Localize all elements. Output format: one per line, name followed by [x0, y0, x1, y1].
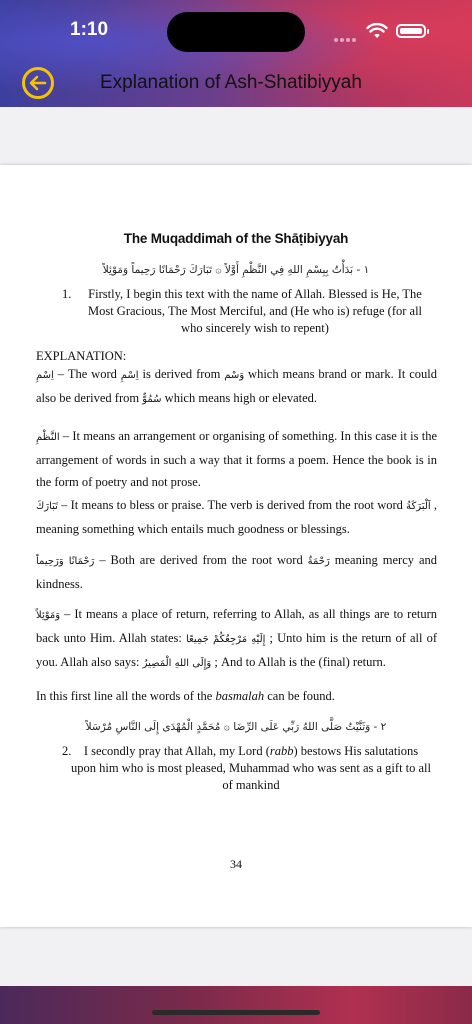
- paragraph-tabaraka: تَبَارَكَ – It means to bless or praise.…: [36, 494, 437, 540]
- arabic-term: النَّظْمِ: [36, 432, 60, 443]
- arabic-term: وَمَوْئِلاً: [36, 610, 61, 621]
- verse-1-number: 1.: [62, 287, 72, 301]
- home-indicator[interactable]: [152, 1010, 320, 1015]
- paragraph-ism: اِسْمِ – The word اِسْمِ is derived from…: [36, 363, 437, 411]
- battery-icon: [396, 24, 426, 38]
- status-time: 1:10: [70, 19, 109, 40]
- arabic-term: وَسْم: [224, 370, 245, 381]
- arabic-term: رَحْمَةٌ: [307, 556, 330, 567]
- text: can be found.: [264, 689, 335, 703]
- verse-1-arabic: ١ - بَدَأْتُ بِبِسْمِ اللهِ فِي النَّظْم…: [102, 264, 370, 276]
- arabic-term: رَحْمَانًا وَرَحِيماً: [36, 556, 95, 567]
- arabic-term: اِسْمِ: [36, 370, 54, 381]
- dynamic-island: [167, 12, 305, 52]
- wifi-icon: [366, 22, 388, 38]
- paragraph-rahman: رَحْمَانًا وَرَحِيماً – Both are derived…: [36, 549, 437, 595]
- verse-1-translation: Firstly, I begin this text with the name…: [87, 287, 423, 335]
- text: I secondly pray that Allah, my Lord (: [83, 744, 270, 758]
- arabic-term: اِسْمِ: [120, 370, 139, 381]
- arabic-term: تَبَارَكَ: [36, 501, 58, 512]
- text: – Both are derived from the root word: [94, 553, 308, 567]
- text: In this first line all the words of the: [36, 689, 216, 703]
- text: – It means an arrangement or organising …: [36, 429, 437, 489]
- quran-quote: وَإِلَى اللهِ الْمَصِيرُ: [142, 658, 212, 669]
- emphasis: rabb: [269, 744, 294, 758]
- paragraph-mawil: وَمَوْئِلاً – It means a place of return…: [36, 603, 437, 675]
- verse-2-arabic: ٢ - وَثَنَّيْتُ صَلَّى اللهُ رَبِّي عَلَ…: [85, 721, 387, 733]
- back-button[interactable]: [22, 67, 54, 99]
- text: is derived from: [138, 367, 225, 381]
- text: which means high or elevated.: [161, 391, 318, 405]
- page-number: 34: [230, 857, 242, 871]
- quran-quote: إِلَيْهِ مَرْجِعُكُمْ جَمِيعًا: [185, 634, 266, 645]
- arrow-left-icon: [29, 75, 47, 91]
- text: ; And to Allah is the (final) return.: [211, 655, 386, 669]
- book-page[interactable]: The Muqaddimah of the Shāṭibiyyah ١ - بَ…: [0, 165, 472, 927]
- cellular-signal-icon: [334, 29, 358, 42]
- bottom-bar: [0, 986, 472, 1024]
- text: – It means to bless or praise. The verb …: [57, 498, 407, 512]
- app-header: 1:10 Explanation of Ash-Shatibiyyah: [0, 0, 472, 107]
- battery-tip: [427, 29, 429, 34]
- verse-2-translation: I secondly pray that Allah, my Lord (rab…: [70, 743, 432, 794]
- arabic-term: سُمُوٌّ: [142, 394, 162, 405]
- text: – The word: [53, 367, 121, 381]
- arabic-term: اَلْبَرَكَةُ: [406, 501, 431, 512]
- page-title: The Muqaddimah of the Shāṭibiyyah: [123, 231, 349, 246]
- explanation-label: EXPLANATION:: [36, 349, 127, 363]
- paragraph-nazm: النَّظْمِ – It means an arrangement or o…: [36, 425, 437, 493]
- header-title: Explanation of Ash-Shatibiyyah: [100, 72, 362, 93]
- top-spacer: [0, 107, 472, 165]
- paragraph-basmalah: In this first line all the words of the …: [36, 685, 437, 707]
- emphasis: basmalah: [215, 689, 265, 703]
